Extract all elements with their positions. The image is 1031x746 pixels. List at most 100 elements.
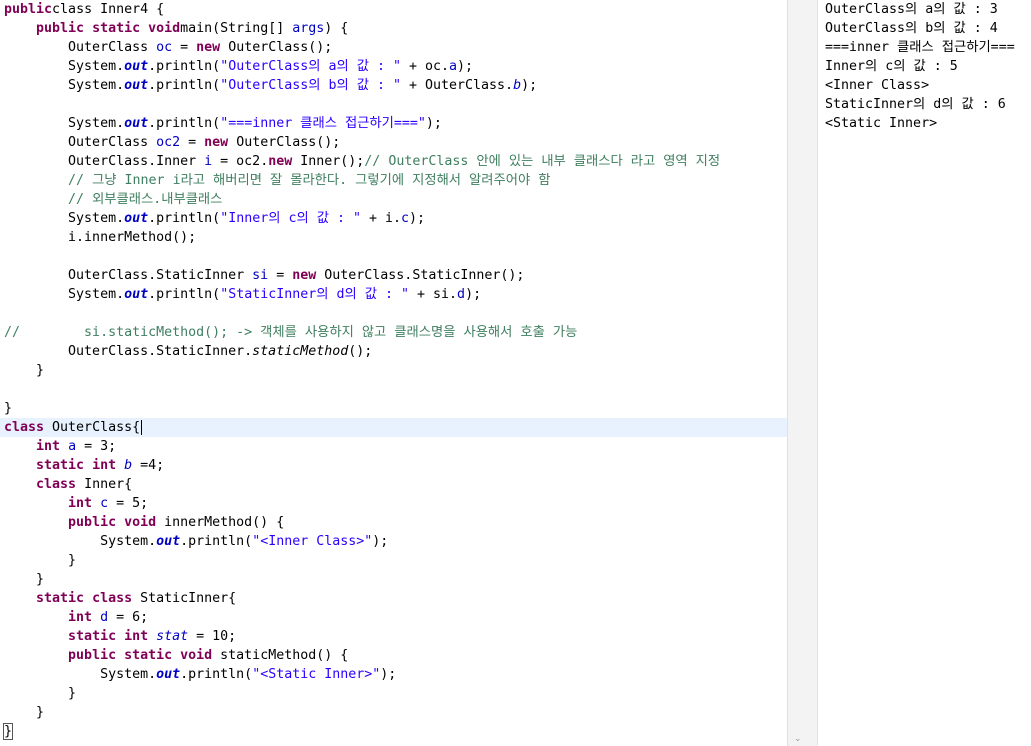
- code-token: a: [449, 59, 458, 74]
- code-line[interactable]: OuterClass oc = new OuterClass();: [0, 38, 787, 57]
- code-token: public: [4, 2, 53, 17]
- code-line[interactable]: OuterClass oc2 = new OuterClass();: [0, 133, 787, 152]
- code-line[interactable]: publicclass Inner4 {: [0, 0, 787, 19]
- code-token: .println(: [148, 116, 221, 131]
- code-token: + OuterClass.: [400, 78, 514, 93]
- code-token: "StaticInner의 d의 값 : ": [220, 287, 409, 302]
- code-token: class Inner4 {: [52, 2, 165, 17]
- code-token: .println(: [148, 211, 221, 226]
- console-lines: OuterClass의 a의 값 : 3 OuterClass의 b의 값 : 4…: [821, 0, 1031, 133]
- code-line[interactable]: System.out.println("<Static Inner>");: [0, 665, 787, 684]
- code-token: out: [124, 59, 149, 74]
- code-line[interactable]: i.innerMethod();: [0, 228, 787, 247]
- code-token: int: [68, 496, 93, 511]
- code-line[interactable]: // 그냥 Inner i라고 해버리면 잘 몰라한다. 그렇기에 지정해서 알…: [0, 171, 787, 190]
- code-line[interactable]: int c = 5;: [0, 494, 787, 513]
- code-line[interactable]: class OuterClass{: [0, 418, 787, 437]
- code-line[interactable]: int d = 6;: [0, 608, 787, 627]
- code-line[interactable]: public void innerMethod() {: [0, 513, 787, 532]
- code-token: );: [409, 211, 426, 226]
- code-token: System.: [4, 287, 125, 302]
- code-line[interactable]: System.out.println("Inner의 c의 값 : " + i.…: [0, 209, 787, 228]
- code-token: }: [4, 401, 13, 416]
- code-token: System.: [4, 78, 125, 93]
- code-line[interactable]: static int b =4;: [0, 456, 787, 475]
- code-token: Inner();: [292, 154, 365, 169]
- code-line[interactable]: System.out.println("StaticInner의 d의 값 : …: [0, 285, 787, 304]
- code-token: public static void: [36, 21, 181, 36]
- code-line[interactable]: static class StaticInner{: [0, 589, 787, 608]
- console-line: OuterClass의 a의 값 : 3: [825, 2, 998, 17]
- code-line[interactable]: }: [0, 570, 787, 589]
- code-token: out: [124, 116, 149, 131]
- code-editor[interactable]: publicclass Inner4 { public static voidm…: [0, 0, 787, 746]
- code-line[interactable]: [0, 304, 787, 323]
- code-line[interactable]: System.out.println("OuterClass의 a의 값 : "…: [0, 57, 787, 76]
- code-token: "Inner의 c의 값 : ": [220, 211, 361, 226]
- code-token: oc2: [156, 135, 181, 150]
- code-line[interactable]: }: [0, 684, 787, 703]
- code-token: Inner{: [76, 477, 133, 492]
- code-token: out: [156, 667, 181, 682]
- code-line[interactable]: [0, 380, 787, 399]
- code-token: innerMethod() {: [156, 515, 285, 530]
- code-token: i.innerMethod();: [4, 230, 197, 245]
- code-line[interactable]: int a = 3;: [0, 437, 787, 456]
- chevron-down-icon[interactable]: ⌄: [794, 734, 802, 744]
- code-token: OuterClass: [4, 40, 157, 55]
- code-line[interactable]: }: [0, 551, 787, 570]
- code-token: out: [124, 211, 149, 226]
- code-token: oc: [156, 40, 173, 55]
- code-token: =: [180, 135, 205, 150]
- code-token: OuterClass.StaticInner();: [316, 268, 525, 283]
- code-token: i: [204, 154, 213, 169]
- code-token: .println(: [180, 534, 253, 549]
- editor-scrollbar[interactable]: ⌄: [787, 0, 817, 746]
- code-token: static int: [68, 629, 149, 644]
- code-line[interactable]: OuterClass.Inner i = oc2.new Inner();// …: [0, 152, 787, 171]
- code-line[interactable]: // 외부클래스.내부클래스: [0, 190, 787, 209]
- code-token: args: [292, 21, 325, 36]
- code-token: "<Inner Class>": [252, 534, 373, 549]
- code-token: System.: [4, 211, 125, 226]
- code-token: staticMethod: [252, 344, 349, 359]
- code-line[interactable]: }: [0, 361, 787, 380]
- code-token: OuterClass();: [220, 40, 333, 55]
- code-token: System.: [4, 116, 125, 131]
- code-line[interactable]: System.out.println("OuterClass의 b의 값 : "…: [0, 76, 787, 95]
- code-token: staticMethod() {: [212, 648, 349, 663]
- code-line[interactable]: System.out.println("===inner 클래스 접근하기===…: [0, 114, 787, 133]
- code-line[interactable]: static int stat = 10;: [0, 627, 787, 646]
- code-line[interactable]: OuterClass.StaticInner si = new OuterCla…: [0, 266, 787, 285]
- code-token: class: [36, 477, 77, 492]
- code-token: OuterClass{: [44, 420, 141, 435]
- code-line[interactable]: }: [0, 399, 787, 418]
- code-token: .println(: [180, 667, 253, 682]
- code-line[interactable]: System.out.println("<Inner Class>");: [0, 532, 787, 551]
- code-line[interactable]: public static voidmain(String[] args) {: [0, 19, 787, 38]
- code-token: }: [4, 363, 45, 378]
- code-line[interactable]: class Inner{: [0, 475, 787, 494]
- code-token: = 10;: [188, 629, 237, 644]
- code-line[interactable]: // si.staticMethod(); -> 객체를 사용하지 않고 클래스…: [0, 323, 787, 342]
- code-line[interactable]: public static void staticMethod() {: [0, 646, 787, 665]
- code-token: c: [100, 496, 109, 511]
- code-token: "OuterClass의 b의 값 : ": [220, 78, 401, 93]
- code-line[interactable]: }: [0, 722, 787, 741]
- code-line[interactable]: OuterClass.StaticInner.staticMethod();: [0, 342, 787, 361]
- code-token: }: [4, 705, 45, 720]
- code-token: ) {: [324, 21, 349, 36]
- code-token: );: [521, 78, 538, 93]
- code-token: =4;: [132, 458, 165, 473]
- code-token: "===inner 클래스 접근하기===": [220, 116, 426, 131]
- code-line[interactable]: }: [0, 703, 787, 722]
- code-token: }: [4, 686, 77, 701]
- code-line[interactable]: [0, 247, 787, 266]
- code-token: b: [513, 78, 522, 93]
- code-token: // 외부클래스.내부클래스: [68, 192, 223, 207]
- code-line[interactable]: [0, 95, 787, 114]
